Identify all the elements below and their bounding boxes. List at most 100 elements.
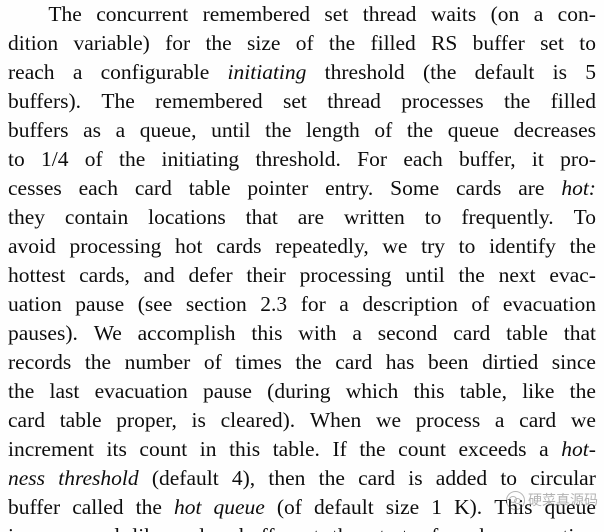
text-line: pauses). We accomplish this with a second card t… (8, 319, 596, 348)
emphasis-word: queue (213, 495, 265, 519)
word: 2.3 (260, 292, 288, 316)
word: pro- (560, 147, 596, 171)
word: hottest (8, 263, 66, 287)
word: locations (148, 205, 226, 229)
text-line: The concurrent remembered set thread waits (on… (8, 0, 596, 29)
word: buffer (239, 522, 291, 532)
word: frequently. (461, 205, 554, 229)
word: next (498, 263, 536, 287)
word: 5 (585, 60, 596, 84)
word: When (309, 408, 362, 432)
word: of (420, 522, 438, 532)
word: in (199, 437, 217, 461)
word: pauses). (8, 321, 78, 345)
word: set (282, 89, 307, 113)
text-line: to 1/4 of the initiating threshold. For each buf… (8, 145, 596, 174)
word: we (375, 408, 402, 432)
word: card (8, 408, 45, 432)
word: a (339, 292, 349, 316)
word: decreases (513, 118, 596, 142)
word: queue (544, 495, 596, 519)
word: to (500, 466, 518, 490)
word: the (295, 350, 322, 374)
word: as (83, 118, 102, 142)
word: at (304, 522, 320, 532)
word: it (531, 147, 544, 171)
word: avoid (8, 234, 56, 258)
word: log (199, 522, 226, 532)
word: the (569, 234, 596, 258)
emphasis-word: hot (173, 495, 202, 519)
word: of (295, 31, 314, 55)
emphasis-word: ness (8, 466, 46, 490)
emphasis-word: hot- (561, 437, 596, 461)
word: like (132, 522, 164, 532)
word: RS (431, 31, 458, 55)
text-line: buffers). The remembered set thread processes… (8, 87, 596, 116)
word: the (118, 147, 146, 171)
word: buffer, (458, 147, 516, 171)
body-paragraph: The concurrent remembered set thread waits (on… (8, 0, 596, 532)
word: exceeds (458, 437, 527, 461)
word: the (332, 522, 358, 532)
word: pause (75, 292, 125, 316)
word: to (8, 147, 25, 171)
word: of (374, 118, 393, 142)
word: like (522, 379, 555, 403)
word: table (506, 321, 548, 345)
word: This (494, 495, 533, 519)
text-line: cesses each card table pointer entry. Some card… (8, 174, 596, 203)
word: (of (276, 495, 302, 519)
word: this (229, 437, 261, 461)
word: K). (454, 495, 483, 519)
word: circular (530, 466, 596, 490)
word: identify (489, 234, 556, 258)
word: of (203, 350, 222, 374)
word: default (474, 60, 535, 84)
word: threshold. (255, 147, 341, 171)
word: cards (216, 234, 262, 258)
word: written (343, 205, 405, 229)
word: is (552, 60, 567, 84)
word: for (165, 31, 191, 55)
word: second (377, 321, 438, 345)
word: cesses (8, 176, 62, 200)
word: records (8, 350, 72, 374)
word: the (84, 350, 112, 374)
text-line: reach a configurable initiating threshold (th… (8, 58, 596, 87)
word: buffers (8, 118, 69, 142)
word: we (382, 234, 408, 258)
word: cleared). (220, 408, 296, 432)
word: a (177, 522, 187, 532)
word: (on (490, 2, 520, 26)
word: card (335, 350, 373, 374)
word: If (332, 437, 347, 461)
word: The (48, 2, 82, 26)
text-line: uation pause (see section 2.3 for a description… (8, 290, 596, 319)
text-line: avoid processing hot cards repeatedly, we try t… (8, 232, 596, 261)
word: the (8, 379, 35, 403)
word: the (135, 495, 162, 519)
word: has (385, 350, 415, 374)
document-page: The concurrent remembered set thread waits (on… (0, 0, 604, 532)
word: thread (362, 2, 417, 26)
word: thread (327, 89, 381, 113)
word: evacuation (503, 522, 596, 532)
word: they (8, 205, 46, 229)
word: the (205, 31, 232, 55)
word: queue (447, 118, 500, 142)
word: processing (299, 263, 392, 287)
word: table. (272, 437, 320, 461)
word: size (247, 31, 281, 55)
word: a (494, 408, 505, 432)
word: proper, (116, 408, 177, 432)
word: count (398, 437, 446, 461)
word: been (427, 350, 469, 374)
text-line: increment its count in this table. If the count e… (8, 435, 596, 464)
text-line: hottest cards, and defer their processing unti… (8, 261, 596, 290)
word: queue, (139, 118, 197, 142)
word: threshold (324, 60, 405, 84)
word: times (235, 350, 282, 374)
word: dition (8, 31, 59, 55)
word: to (424, 205, 442, 229)
